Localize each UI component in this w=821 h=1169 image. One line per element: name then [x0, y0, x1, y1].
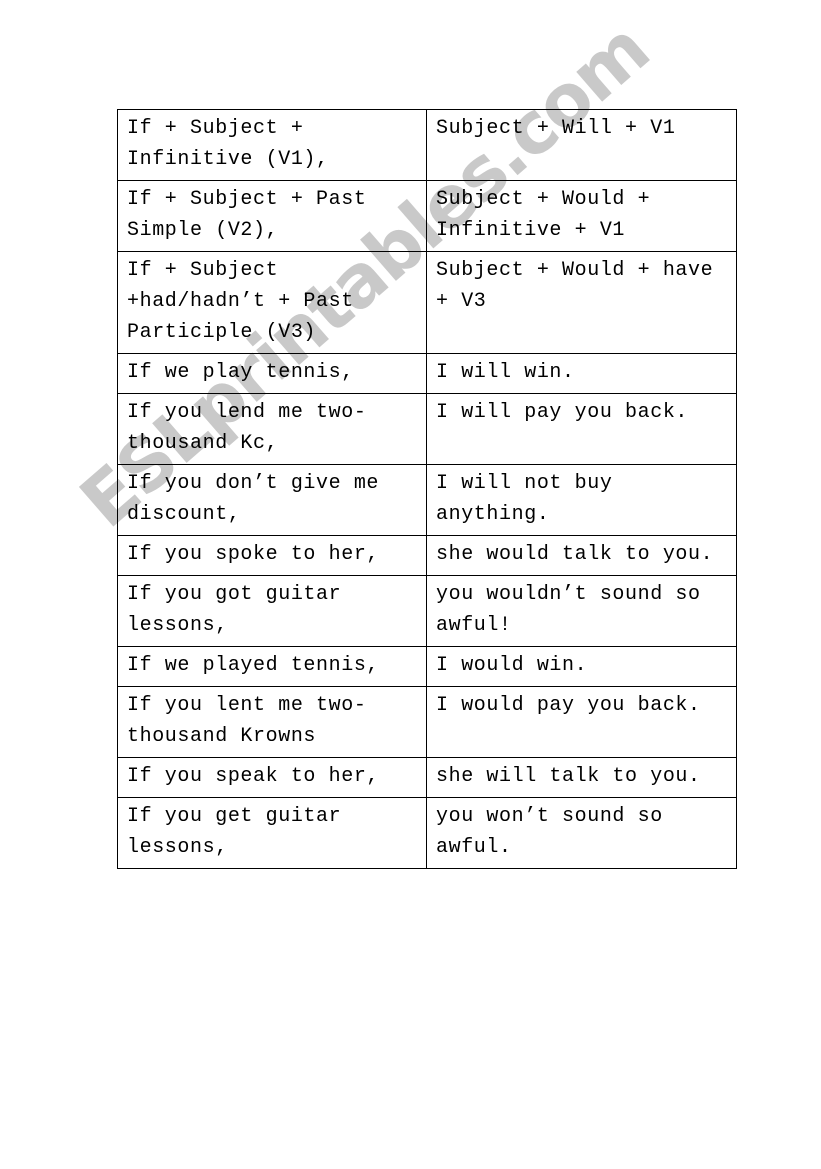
- result-clause-cell: she will talk to you.: [426, 757, 737, 798]
- result-clause-cell: I will not buy anything.: [426, 464, 737, 536]
- table-row: If + Subject + Infinitive (V1), Subject …: [117, 109, 737, 181]
- if-clause-cell: If we played tennis,: [117, 646, 427, 687]
- table-row: If you don’t give me discount, I will no…: [117, 464, 737, 536]
- if-clause-cell: If you don’t give me discount,: [117, 464, 427, 536]
- table-body: If + Subject + Infinitive (V1), Subject …: [117, 109, 737, 869]
- result-clause-cell: I would win.: [426, 646, 737, 687]
- if-clause-cell: If you got guitar lessons,: [117, 575, 427, 647]
- result-clause-cell: you won’t sound so awful.: [426, 797, 737, 869]
- table-row: If you speak to her, she will talk to yo…: [117, 757, 737, 798]
- table-row: If + Subject + Past Simple (V2), Subject…: [117, 180, 737, 252]
- table-row: If you get guitar lessons, you won’t sou…: [117, 797, 737, 869]
- table-row: If you lent me two-thousand Krowns I wou…: [117, 686, 737, 758]
- result-clause-cell: she would talk to you.: [426, 535, 737, 576]
- table-row: If we play tennis, I will win.: [117, 353, 737, 394]
- result-clause-cell: you wouldn’t sound so awful!: [426, 575, 737, 647]
- worksheet-page: ESLprintables.com If + Subject + Infinit…: [0, 0, 821, 1169]
- result-clause-cell: Subject + Will + V1: [426, 109, 737, 181]
- if-clause-cell: If we play tennis,: [117, 353, 427, 394]
- result-clause-cell: Subject + Would + Infinitive + V1: [426, 180, 737, 252]
- conditionals-table: If + Subject + Infinitive (V1), Subject …: [117, 109, 737, 869]
- table-row: If you lend me two-thousand Kc, I will p…: [117, 393, 737, 465]
- table-row: If we played tennis, I would win.: [117, 646, 737, 687]
- if-clause-cell: If you get guitar lessons,: [117, 797, 427, 869]
- result-clause-cell: Subject + Would + have + V3: [426, 251, 737, 354]
- result-clause-cell: I will pay you back.: [426, 393, 737, 465]
- if-clause-cell: If you lend me two-thousand Kc,: [117, 393, 427, 465]
- table-row: If you got guitar lessons, you wouldn’t …: [117, 575, 737, 647]
- if-clause-cell: If you spoke to her,: [117, 535, 427, 576]
- table-row: If + Subject +had/hadn’t + Past Particip…: [117, 251, 737, 354]
- if-clause-cell: If + Subject + Past Simple (V2),: [117, 180, 427, 252]
- if-clause-cell: If + Subject +had/hadn’t + Past Particip…: [117, 251, 427, 354]
- if-clause-cell: If + Subject + Infinitive (V1),: [117, 109, 427, 181]
- result-clause-cell: I will win.: [426, 353, 737, 394]
- if-clause-cell: If you lent me two-thousand Krowns: [117, 686, 427, 758]
- result-clause-cell: I would pay you back.: [426, 686, 737, 758]
- table-row: If you spoke to her, she would talk to y…: [117, 535, 737, 576]
- if-clause-cell: If you speak to her,: [117, 757, 427, 798]
